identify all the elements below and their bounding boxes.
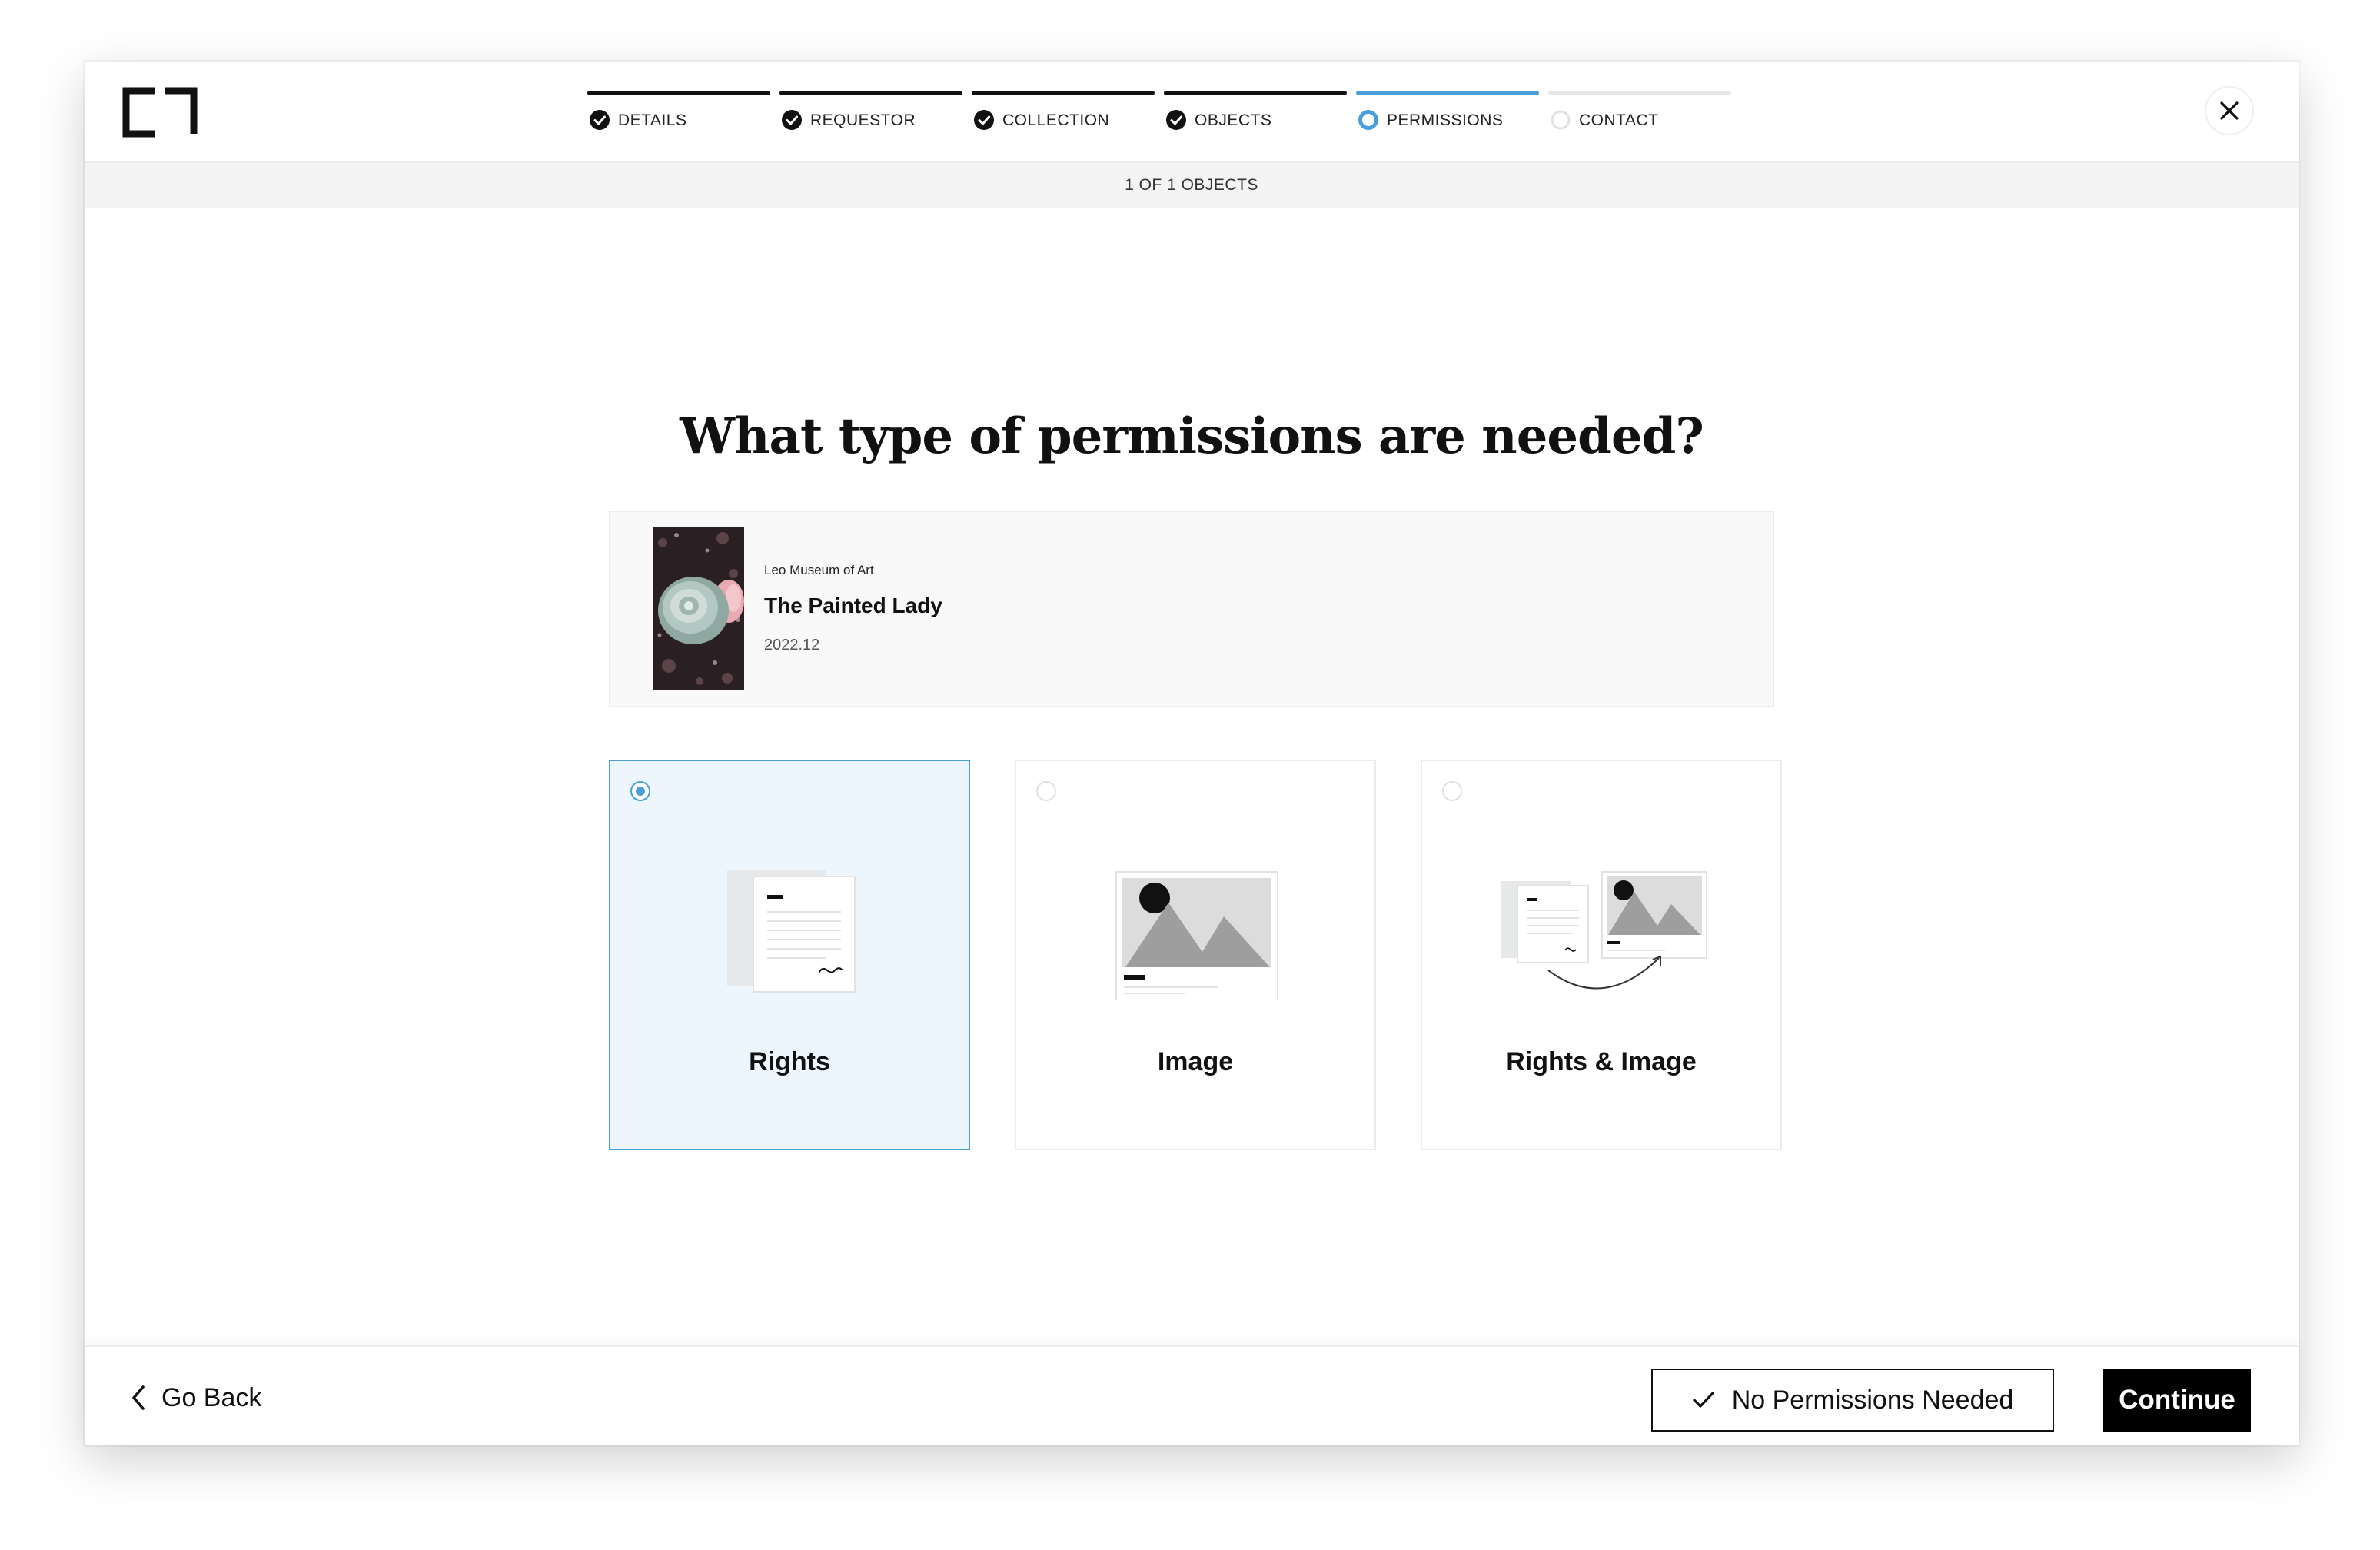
object-summary-card: Leo Museum of Art The Painted Lady 2022.… <box>609 511 1774 707</box>
document-signature-icon <box>727 870 856 993</box>
step-requestor[interactable]: REQUESTOR <box>779 91 962 137</box>
active-step-icon <box>1358 110 1378 130</box>
radio-button[interactable] <box>1036 781 1056 801</box>
step-label: PERMISSIONS <box>1387 111 1504 129</box>
step-objects[interactable]: OBJECTS <box>1164 91 1347 137</box>
request-wizard-window: DETAILS REQUESTOR COLLECTION OBJECTS PER… <box>85 62 2299 1445</box>
radio-button[interactable] <box>630 781 650 801</box>
no-permissions-label: No Permissions Needed <box>1731 1385 2014 1415</box>
footer: Go Back No Permissions Needed Continue <box>85 1345 2299 1445</box>
check-icon <box>1693 1392 1714 1408</box>
check-circle-icon <box>590 110 610 130</box>
step-contact[interactable]: CONTACT <box>1548 91 1731 137</box>
step-bar <box>1548 91 1731 95</box>
header: DETAILS REQUESTOR COLLECTION OBJECTS PER… <box>85 62 2299 163</box>
check-circle-icon <box>974 110 994 130</box>
step-bar <box>972 91 1155 95</box>
no-permissions-needed-button[interactable]: No Permissions Needed <box>1651 1369 2054 1432</box>
check-circle-icon <box>782 110 802 130</box>
step-label: REQUESTOR <box>810 111 916 129</box>
object-thumbnail <box>653 527 744 690</box>
option-label: Rights & Image <box>1506 1047 1697 1076</box>
step-permissions[interactable]: PERMISSIONS <box>1356 91 1539 137</box>
radio-button[interactable] <box>1442 781 1462 801</box>
step-bar <box>1164 91 1347 95</box>
step-bar <box>779 91 962 95</box>
continue-button[interactable]: Continue <box>2103 1369 2251 1432</box>
object-progress-text: 1 OF 1 OBJECTS <box>1125 176 1258 194</box>
step-collection[interactable]: COLLECTION <box>972 91 1155 137</box>
option-label: Image <box>1157 1047 1234 1076</box>
object-progress-bar: 1 OF 1 OBJECTS <box>85 163 2299 208</box>
image-mountains-icon <box>1115 871 1278 1000</box>
close-icon <box>2220 101 2239 120</box>
step-bar <box>587 91 770 95</box>
go-back-label: Go Back <box>161 1382 262 1412</box>
option-image[interactable]: Image <box>1015 760 1376 1150</box>
option-rights[interactable]: Rights <box>609 760 970 1150</box>
check-circle-icon <box>1166 110 1186 130</box>
object-title: The Painted Lady <box>764 594 942 617</box>
step-label: OBJECTS <box>1195 111 1272 129</box>
step-details[interactable]: DETAILS <box>587 91 770 137</box>
object-date: 2022.12 <box>764 637 820 654</box>
step-bar <box>1356 91 1539 95</box>
option-rights-and-image[interactable]: Rights & Image <box>1421 760 1782 1150</box>
option-label: Rights <box>749 1047 830 1076</box>
chevron-left-icon <box>132 1385 145 1410</box>
page-title: What type of permissions are needed? <box>680 407 1704 465</box>
step-label: CONTACT <box>1579 111 1659 129</box>
step-label: COLLECTION <box>1002 111 1110 129</box>
object-museum: Leo Museum of Art <box>764 563 874 577</box>
close-button[interactable] <box>2205 86 2254 135</box>
brand-logo <box>122 87 198 138</box>
pending-step-icon <box>1551 110 1571 130</box>
step-label: DETAILS <box>618 111 687 129</box>
rights-and-image-icon <box>1501 871 1707 990</box>
go-back-button[interactable]: Go Back <box>131 1378 261 1418</box>
